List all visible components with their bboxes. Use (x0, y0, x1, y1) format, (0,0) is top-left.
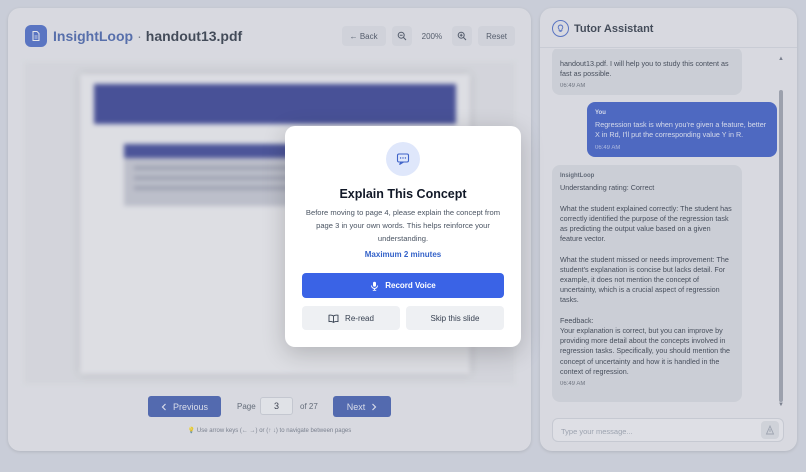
chat-bubble-icon (386, 142, 420, 176)
dialog-title: Explain This Concept (339, 187, 467, 201)
record-voice-label: Record Voice (385, 281, 436, 290)
skip-slide-button[interactable]: Skip this slide (406, 306, 504, 330)
skip-slide-label: Skip this slide (430, 313, 480, 323)
book-open-icon (328, 314, 339, 323)
reread-label: Re-read (345, 313, 374, 323)
microphone-icon (371, 281, 379, 291)
dialog-description: Before moving to page 4, please explain … (305, 208, 501, 243)
reread-button[interactable]: Re-read (302, 306, 400, 330)
time-limit: Maximum 2 minutes (364, 250, 442, 259)
record-voice-button[interactable]: Record Voice (302, 273, 504, 298)
explain-concept-dialog: Explain This Concept Before moving to pa… (285, 126, 521, 347)
